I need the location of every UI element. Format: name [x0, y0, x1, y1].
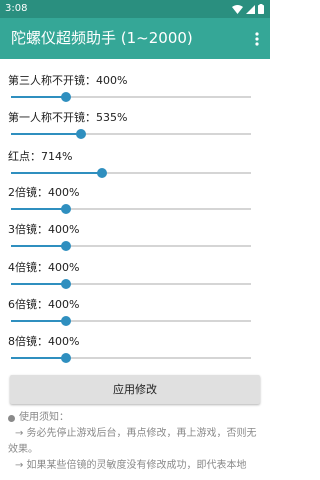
setting-3x-scope: 3倍镜：400%: [0, 223, 270, 260]
sensitivity-slider[interactable]: [11, 241, 251, 251]
sensitivity-slider[interactable]: [11, 129, 251, 139]
slider-thumb[interactable]: [61, 353, 72, 363]
sensitivity-slider[interactable]: [11, 204, 251, 214]
usage-notes: 使用须知： → 务必先停止游戏后台，再点修改，再上游戏，否则无效果。 → 如果某…: [8, 410, 264, 474]
sensitivity-slider[interactable]: [11, 316, 251, 326]
setting-red-dot: 红点：714%: [0, 150, 270, 187]
apply-changes-button[interactable]: 应用修改: [10, 375, 260, 404]
slider-thumb[interactable]: [61, 316, 72, 326]
sensitivity-slider[interactable]: [11, 279, 251, 289]
notes-heading: 使用须知：: [19, 412, 69, 423]
slider-thumb[interactable]: [61, 241, 72, 251]
sensitivity-slider[interactable]: [11, 353, 251, 363]
setting-label: 8倍镜：400%: [8, 335, 80, 348]
overflow-menu-button[interactable]: [251, 29, 263, 49]
status-icons: [232, 4, 264, 14]
sensitivity-slider[interactable]: [11, 168, 251, 178]
status-time: 3:08: [5, 3, 28, 14]
setting-label: 第三人称不开镜：400%: [8, 74, 128, 87]
app-bar: 陀螺仪超频助手 (1~2000): [0, 18, 270, 59]
note-line: → 如果某些倍镜的灵敏度没有修改成功，即代表本地: [15, 460, 247, 471]
wifi-icon: [232, 4, 243, 14]
slider-thumb[interactable]: [61, 204, 72, 214]
more-vert-icon: [255, 32, 259, 46]
slider-fill: [11, 133, 81, 135]
setting-8x-scope: 8倍镜：400%: [0, 335, 270, 372]
setting-first-person-no-scope: 第一人称不开镜：535%: [0, 111, 270, 148]
slider-thumb[interactable]: [61, 279, 72, 289]
sensitivity-slider[interactable]: [11, 92, 251, 102]
status-bar: 3:08: [0, 0, 270, 18]
setting-2x-scope: 2倍镜：400%: [0, 186, 270, 223]
bullet-dot-icon: [8, 414, 15, 422]
slider-thumb[interactable]: [61, 92, 72, 102]
setting-label: 6倍镜：400%: [8, 298, 80, 311]
slider-fill: [11, 357, 67, 359]
setting-label: 2倍镜：400%: [8, 186, 80, 199]
slider-fill: [11, 245, 67, 247]
setting-third-person-no-scope: 第三人称不开镜：400%: [0, 74, 270, 111]
note-line: → 务必先停止游戏后台，再点修改，再上游戏，否则无效果。: [8, 428, 257, 455]
notes-heading-row: 使用须知：: [8, 410, 264, 426]
setting-label: 红点：714%: [8, 150, 73, 163]
setting-label: 第一人称不开镜：535%: [8, 111, 128, 124]
slider-fill: [11, 283, 67, 285]
slider-fill: [11, 172, 103, 174]
cellular-signal-icon: [246, 4, 255, 14]
slider-fill: [11, 208, 67, 210]
battery-icon: [258, 4, 264, 14]
setting-label: 3倍镜：400%: [8, 223, 80, 236]
slider-fill: [11, 96, 67, 98]
setting-label: 4倍镜：400%: [8, 261, 80, 274]
setting-4x-scope: 4倍镜：400%: [0, 261, 270, 298]
app-title: 陀螺仪超频助手 (1~2000): [11, 29, 193, 47]
setting-6x-scope: 6倍镜：400%: [0, 298, 270, 335]
slider-fill: [11, 320, 67, 322]
slider-thumb[interactable]: [97, 168, 108, 178]
slider-thumb[interactable]: [75, 129, 86, 139]
